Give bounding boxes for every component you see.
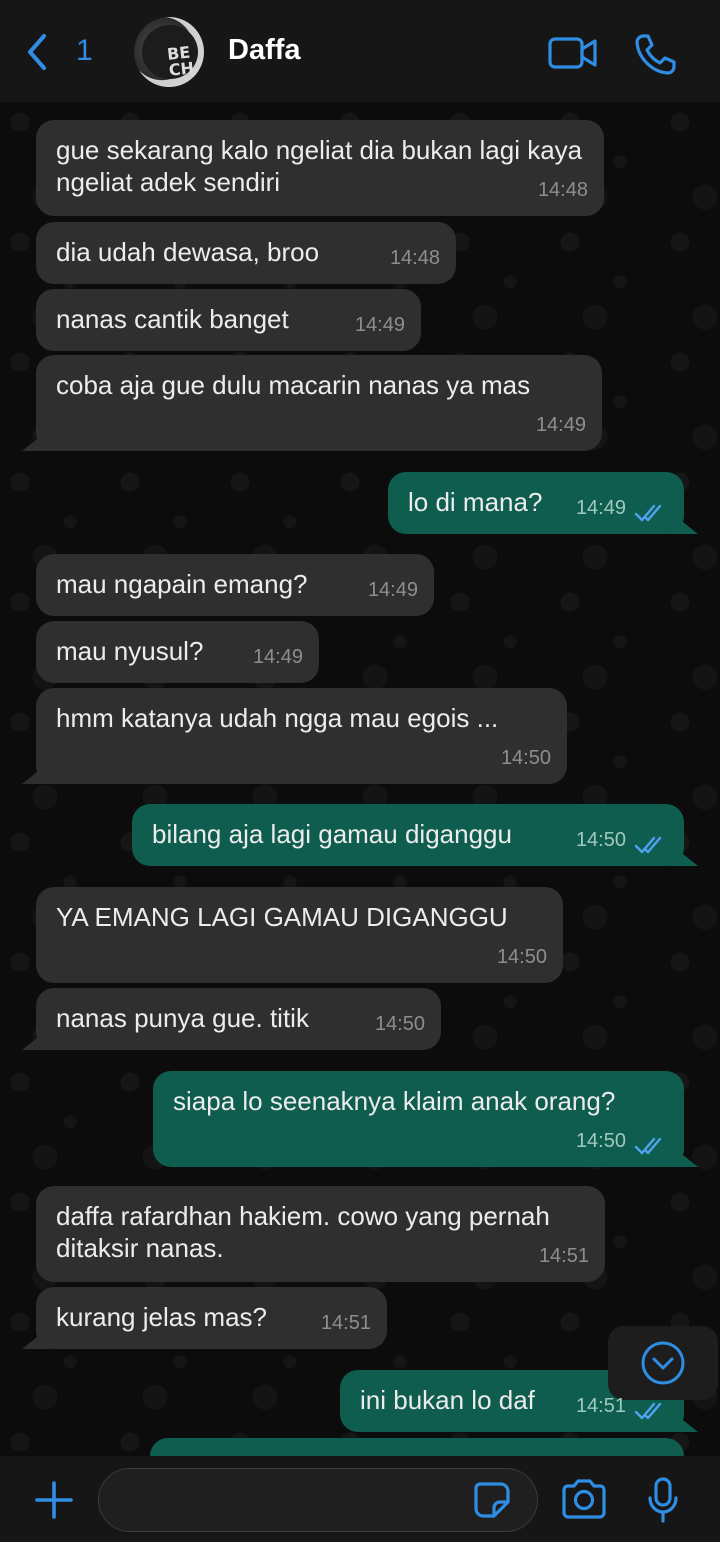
message-incoming[interactable]: nanas punya gue. titik 14:50 xyxy=(36,988,441,1050)
message-outgoing[interactable]: siapa lo seenaknya klaim anak orang? 14:… xyxy=(153,1071,684,1167)
message-incoming[interactable]: dia udah dewasa, broo 14:48 xyxy=(36,222,456,284)
video-camera-icon[interactable] xyxy=(548,36,598,70)
message-time: 14:49 xyxy=(354,314,405,336)
camera-icon[interactable] xyxy=(560,1478,608,1520)
message-text: nanas cantik banget xyxy=(56,304,289,334)
message-time: 14:48 xyxy=(537,179,588,201)
avatar[interactable]: BE CH xyxy=(134,17,204,87)
message-text: daffa rafardhan hakiem. cowo yang pernah… xyxy=(56,1201,550,1263)
message-text: siapa lo seenaknya klaim anak orang? xyxy=(173,1086,616,1116)
message-outgoing[interactable]: lo di mana? 14:49 xyxy=(388,472,684,534)
message-incoming[interactable]: daffa rafardhan hakiem. cowo yang pernah… xyxy=(36,1186,605,1282)
unread-count[interactable]: 1 xyxy=(76,34,93,68)
message-outgoing[interactable]: bilang aja lagi gamau diganggu 14:50 xyxy=(132,804,684,866)
message-time: 14:51 xyxy=(320,1312,371,1334)
sticker-icon[interactable] xyxy=(472,1480,512,1520)
message-incoming[interactable]: kurang jelas mas? 14:51 xyxy=(36,1287,387,1349)
message-text: mau ngapain emang? xyxy=(56,569,308,599)
message-time: 14:49 xyxy=(252,646,303,668)
message-time: 14:50 xyxy=(496,946,547,968)
message-time: 14:50 xyxy=(575,829,626,851)
message-text: gue sekarang kalo ngeliat dia bukan lagi… xyxy=(56,135,583,197)
double-check-icon xyxy=(634,1137,662,1155)
message-incoming[interactable]: mau nyusul? 14:49 xyxy=(36,621,319,683)
contact-name[interactable]: Daffa xyxy=(228,34,301,67)
phone-icon[interactable] xyxy=(634,32,678,76)
chevron-down-circle-icon xyxy=(641,1341,685,1385)
message-time: 14:50 xyxy=(500,747,551,769)
message-incoming[interactable]: YA EMANG LAGI GAMAU DIGANGGU 14:50 xyxy=(36,887,563,983)
message-time: 14:51 xyxy=(538,1245,589,1267)
double-check-icon xyxy=(634,836,662,854)
message-incoming[interactable]: gue sekarang kalo ngeliat dia bukan lagi… xyxy=(36,120,604,216)
message-incoming[interactable]: nanas cantik banget 14:49 xyxy=(36,289,421,351)
message-time: 14:49 xyxy=(535,414,586,436)
double-check-icon xyxy=(634,1402,662,1420)
message-text: coba aja gue dulu macarin nanas ya mas xyxy=(56,370,531,400)
message-time: 14:50 xyxy=(374,1013,425,1035)
double-check-icon xyxy=(634,504,662,522)
composer-bar xyxy=(0,1456,720,1542)
message-list[interactable]: gue sekarang kalo ngeliat dia bukan lagi… xyxy=(0,102,720,1456)
message-time: 14:49 xyxy=(575,497,626,519)
message-text: YA EMANG LAGI GAMAU DIGANGGU xyxy=(56,902,508,932)
message-time: 14:50 xyxy=(575,1130,626,1152)
plus-icon[interactable] xyxy=(34,1480,74,1520)
message-incoming[interactable]: hmm katanya udah ngga mau egois ... 14:5… xyxy=(36,688,567,784)
avatar-lettering: BE CH xyxy=(166,42,195,80)
message-time: 14:49 xyxy=(367,579,418,601)
message-time: 14:48 xyxy=(389,247,440,269)
message-time: 14:51 xyxy=(575,1395,626,1417)
microphone-icon[interactable] xyxy=(646,1476,680,1524)
message-outgoing-partial[interactable] xyxy=(150,1438,684,1456)
message-text: nanas punya gue. titik xyxy=(56,1003,309,1033)
chevron-left-icon[interactable] xyxy=(22,30,52,74)
chat-header: 1 BE CH Daffa xyxy=(0,0,720,102)
message-text: dia udah dewasa, broo xyxy=(56,237,320,267)
message-incoming[interactable]: mau ngapain emang? 14:49 xyxy=(36,554,434,616)
message-text: hmm katanya udah ngga mau egois ... xyxy=(56,703,499,733)
message-incoming[interactable]: coba aja gue dulu macarin nanas ya mas 1… xyxy=(36,355,602,451)
